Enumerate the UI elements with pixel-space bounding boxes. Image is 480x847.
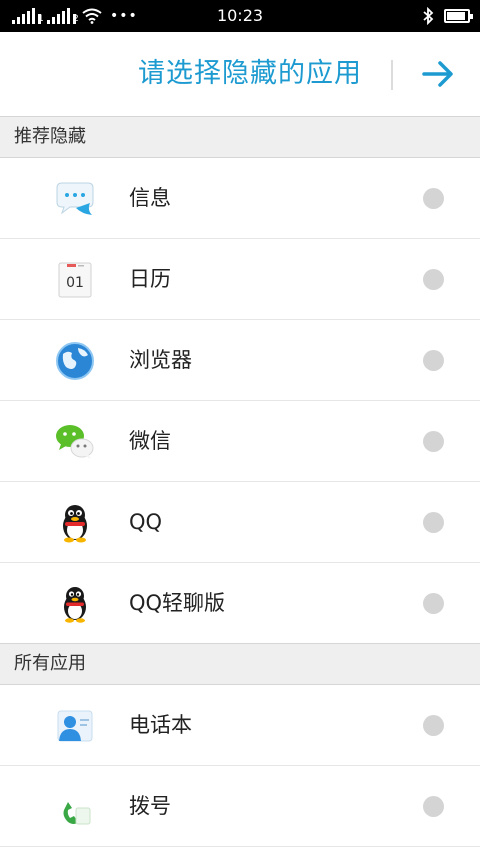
battery-level-fill: [447, 12, 465, 20]
app-row-wechat[interactable]: 微信: [0, 401, 480, 482]
contacts-icon: [57, 710, 93, 742]
section-title: 推荐隐藏: [14, 126, 86, 147]
select-radio[interactable]: [423, 188, 444, 209]
bluetooth-icon: [423, 7, 434, 25]
battery-icon: [444, 9, 473, 23]
phone-dialer-icon: [63, 802, 91, 825]
header: 请选择隐藏的应用: [0, 32, 480, 116]
app-label: 拨号: [129, 794, 171, 818]
select-radio[interactable]: [423, 512, 444, 533]
browser-globe-icon: [56, 342, 94, 380]
qq-penguin-icon: [63, 505, 87, 543]
calendar-icon: 01: [58, 262, 92, 298]
app-label: 日历: [129, 267, 171, 291]
calendar-icon-text: 01: [66, 275, 84, 291]
app-row-browser[interactable]: 浏览器: [0, 320, 480, 401]
app-label: 浏览器: [129, 348, 192, 372]
app-row-messages[interactable]: 信息: [0, 158, 480, 239]
next-button[interactable]: [418, 54, 458, 94]
select-radio[interactable]: [423, 593, 444, 614]
header-divider: [391, 60, 393, 90]
status-time: 10:23: [216, 6, 264, 25]
status-bar: 1 2 ••• 10:23: [0, 0, 480, 32]
message-icon: [56, 182, 94, 215]
app-label: 信息: [129, 186, 171, 210]
arrow-right-icon: [422, 61, 453, 87]
app-label: 微信: [129, 429, 171, 453]
status-bar-right: [422, 0, 473, 32]
qq-lite-penguin-icon: [64, 587, 86, 623]
select-radio[interactable]: [423, 431, 444, 452]
app-row-dialer[interactable]: 拨号: [0, 766, 480, 847]
app-label: 电话本: [129, 713, 192, 737]
select-radio[interactable]: [423, 269, 444, 290]
select-radio[interactable]: [423, 715, 444, 736]
app-row-calendar[interactable]: 01 日历: [0, 239, 480, 320]
section-header-all-apps: 所有应用: [0, 643, 480, 685]
app-label: QQ: [129, 510, 163, 534]
section-title: 所有应用: [14, 653, 86, 674]
page-title: 请选择隐藏的应用: [138, 58, 362, 89]
wechat-icon: [56, 425, 94, 459]
app-row-contacts[interactable]: 电话本: [0, 685, 480, 766]
app-label: QQ轻聊版: [129, 591, 226, 615]
select-radio[interactable]: [423, 796, 444, 817]
app-row-qq-lite[interactable]: QQ轻聊版: [0, 563, 480, 644]
select-radio[interactable]: [423, 350, 444, 371]
app-row-qq[interactable]: QQ: [0, 482, 480, 563]
section-header-recommended: 推荐隐藏: [0, 116, 480, 158]
